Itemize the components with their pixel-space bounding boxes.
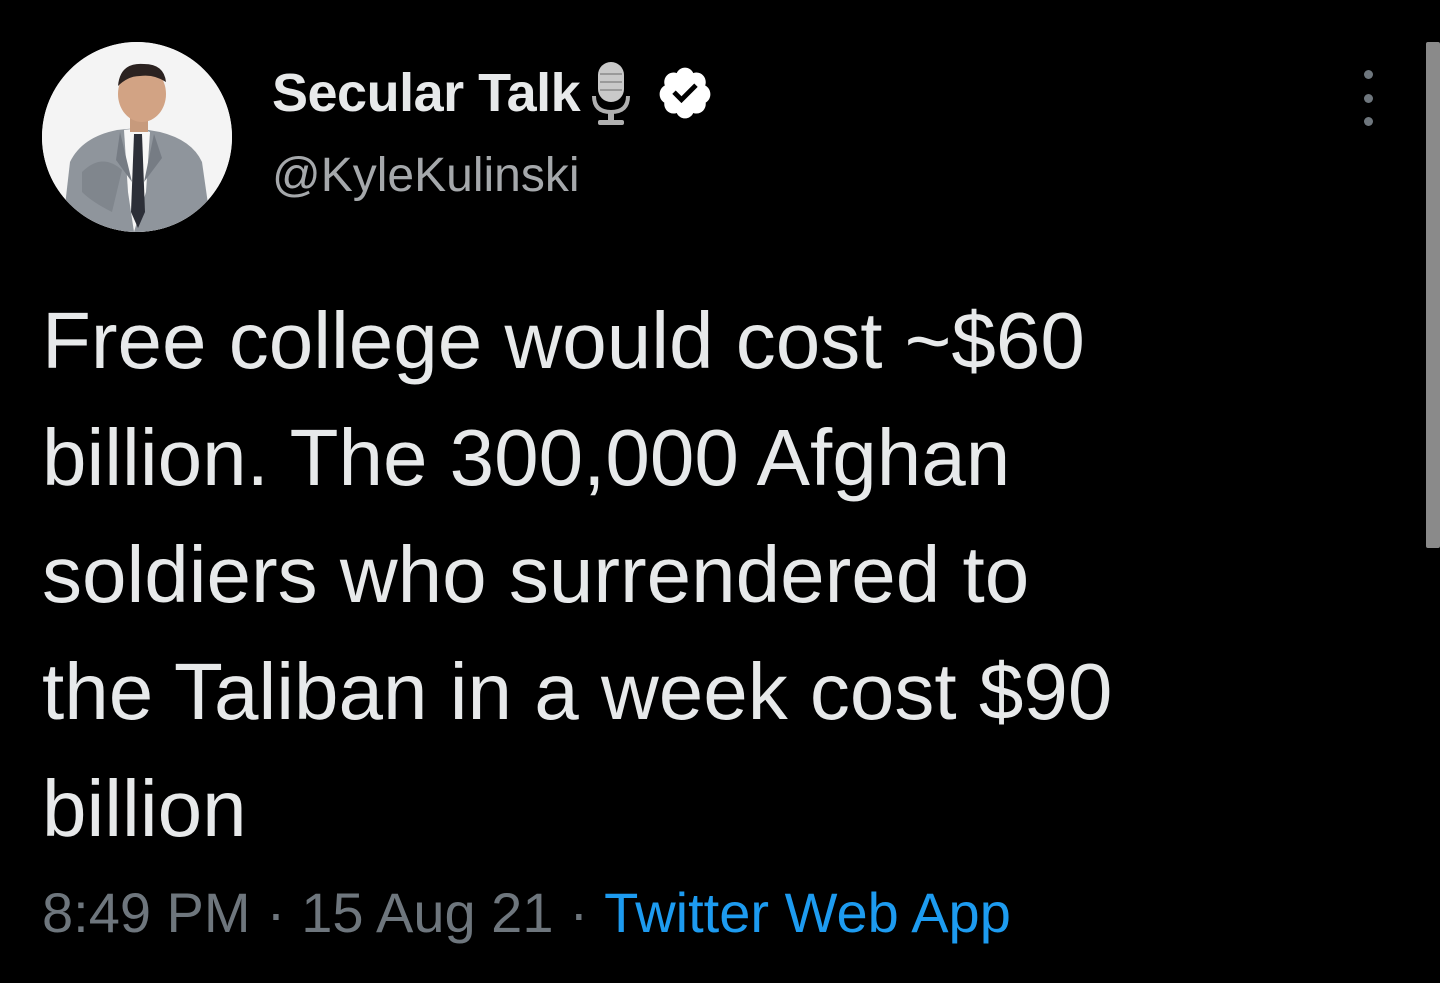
microphone-icon	[588, 58, 634, 128]
more-options-button[interactable]	[1346, 70, 1390, 126]
tweet-text: Free college would cost ~$60 billion. Th…	[42, 296, 1113, 853]
verified-icon	[656, 64, 714, 122]
tweet-meta: 8:49 PM · 15 Aug 21 · Twitter Web App	[42, 878, 1011, 948]
more-vertical-icon	[1363, 70, 1373, 79]
author-handle[interactable]: @KyleKulinski	[272, 148, 580, 203]
avatar[interactable]	[42, 42, 232, 232]
more-vertical-icon-dot	[1363, 93, 1373, 103]
tweet-time[interactable]: 8:49 PM	[42, 881, 251, 944]
tweet-date[interactable]: 15 Aug 21	[301, 881, 553, 944]
scrollbar[interactable]	[1426, 42, 1440, 548]
tweet: Secular Talk @KyleKulinski Free college …	[0, 0, 1440, 983]
avatar-image	[42, 42, 232, 232]
meta-separator: ·	[569, 881, 589, 944]
meta-separator: ·	[266, 881, 286, 944]
author-name-row: Secular Talk	[272, 58, 714, 128]
more-vertical-icon-dot	[1363, 117, 1373, 126]
tweet-source-link[interactable]: Twitter Web App	[604, 881, 1011, 944]
display-name[interactable]: Secular Talk	[272, 62, 581, 124]
